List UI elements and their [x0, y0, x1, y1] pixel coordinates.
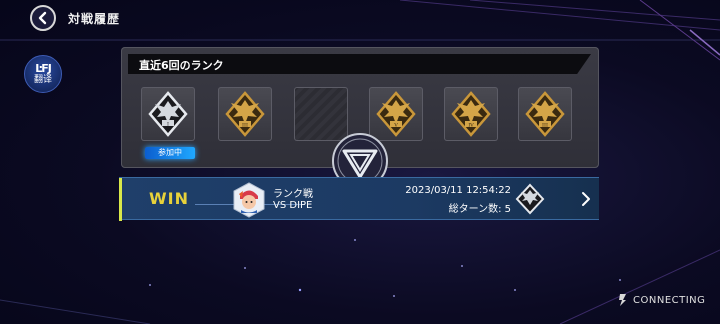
- connecting-text: CONNECTING: [633, 294, 706, 306]
- match-opponent: VS DIPE: [273, 200, 313, 211]
- back-button[interactable]: [30, 5, 56, 31]
- opponent-avatar: [233, 182, 265, 218]
- translate-button[interactable]: ĿFJ 翻译: [24, 55, 62, 93]
- eagle-rank-icon: III: [525, 91, 565, 137]
- connecting-icon: [619, 294, 626, 306]
- current-rank-badge: 参加中: [145, 147, 195, 159]
- rank-slot-2[interactable]: III: [218, 87, 272, 141]
- translate-label: 翻译: [33, 74, 52, 85]
- match-turn-count: 総ターン数: 5: [448, 204, 511, 215]
- rank-panel-title: 直近6回のランク: [139, 59, 224, 72]
- rank-slot-6[interactable]: III: [518, 87, 572, 141]
- eagle-rank-icon: I: [148, 91, 188, 137]
- top-bar: 対戦履歴: [0, 0, 720, 40]
- translate-icon: ĿFJ: [35, 61, 52, 75]
- match-result: WIN: [149, 189, 189, 208]
- chevron-right-icon: [582, 192, 590, 206]
- match-datetime: 2023/03/11 12:54:22: [405, 185, 511, 196]
- chevron-left-icon: [38, 11, 47, 25]
- rank-slot-1[interactable]: I: [141, 87, 195, 141]
- rank-numeral: III: [542, 123, 548, 129]
- page-title: 対戦履歴: [68, 12, 121, 26]
- eagle-rank-icon: III: [225, 91, 265, 137]
- rank-numeral: III: [242, 123, 248, 129]
- eagle-rank-icon: [515, 183, 545, 215]
- result-indicator-bar: [119, 178, 122, 221]
- rank-numeral: V: [393, 123, 398, 129]
- connection-status: CONNECTING: [618, 292, 718, 308]
- rank-numeral: IV: [468, 123, 474, 129]
- rank-numeral: I: [167, 122, 169, 128]
- eagle-rank-icon: IV: [451, 91, 491, 137]
- rank-slot-5[interactable]: IV: [444, 87, 498, 141]
- match-history-row[interactable]: WIN ランク戦 VS DIPE 2023/03/11 12:54:22 総ター…: [119, 177, 599, 221]
- match-type: ランク戦: [273, 189, 313, 200]
